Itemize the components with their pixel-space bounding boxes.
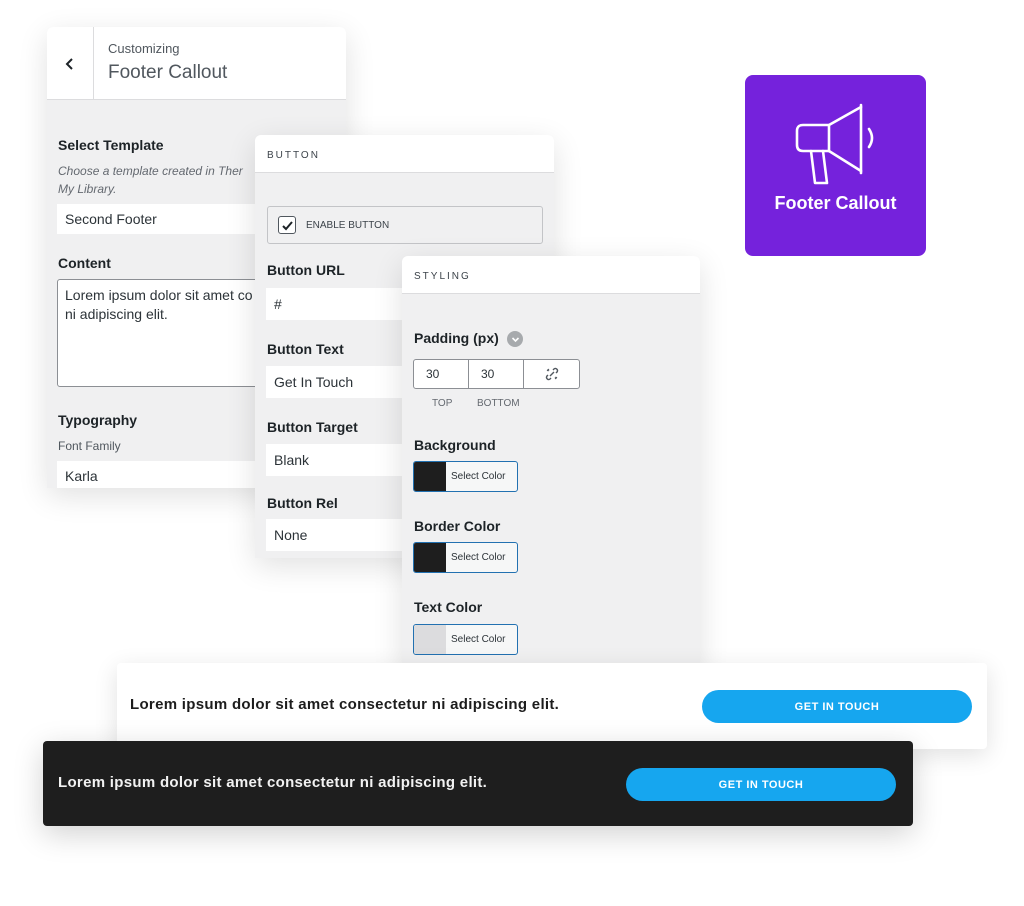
select-template-label: Select Template — [58, 137, 164, 153]
button-target-label: Button Target — [267, 419, 358, 435]
text-color-button[interactable]: Select Color — [413, 624, 518, 655]
footer-callout-preview-light: Lorem ipsum dolor sit amet consectetur n… — [117, 663, 987, 749]
select-template-desc-1: Choose a template created in Ther — [58, 164, 243, 178]
font-family-label: Font Family — [58, 439, 121, 453]
styling-panel: STYLING Padding (px) 30 30 TOP BOTTOM Ba… — [402, 256, 700, 672]
button-rel-label: Button Rel — [267, 495, 338, 511]
footer-callout-preview-dark: Lorem ipsum dolor sit amet consectetur n… — [43, 741, 913, 826]
button-url-label: Button URL — [267, 262, 345, 278]
border-color-label: Border Color — [414, 518, 501, 534]
chevron-down-icon — [511, 336, 519, 342]
text-color-label: Text Color — [414, 599, 483, 615]
footer-callout-badge: Footer Callout — [745, 75, 926, 256]
select-template-desc-2: My Library. — [58, 182, 117, 196]
enable-button-label: ENABLE BUTTON — [306, 219, 390, 231]
badge-label: Footer Callout — [774, 193, 897, 213]
border-select-text: Select Color — [451, 552, 506, 563]
padding-top-caption: TOP — [432, 398, 453, 409]
enable-button-checkbox[interactable] — [278, 216, 296, 234]
checkmark-icon — [281, 220, 293, 230]
unlink-icon — [545, 367, 558, 381]
border-color-button[interactable]: Select Color — [413, 542, 518, 573]
padding-top-input[interactable]: 30 — [414, 360, 469, 388]
text-color-swatch — [414, 625, 446, 654]
background-color-button[interactable]: Select Color — [413, 461, 518, 492]
padding-link-toggle[interactable] — [524, 360, 579, 388]
customizer-header: Customizing Footer Callout — [47, 27, 346, 100]
callout-text-light: Lorem ipsum dolor sit amet consectetur n… — [130, 696, 560, 713]
megaphone-icon — [795, 103, 873, 185]
text-color-select-text: Select Color — [451, 634, 506, 645]
get-in-touch-button-light[interactable]: GET IN TOUCH — [702, 690, 972, 723]
callout-text-dark: Lorem ipsum dolor sit amet consectetur n… — [58, 774, 488, 791]
styling-panel-header: STYLING — [402, 256, 700, 294]
get-in-touch-button-dark[interactable]: GET IN TOUCH — [626, 768, 896, 801]
padding-inputs: 30 30 — [413, 359, 580, 389]
chevron-left-icon — [65, 57, 73, 70]
padding-label: Padding (px) — [414, 330, 499, 346]
background-label: Background — [414, 437, 496, 453]
typography-label: Typography — [58, 412, 138, 428]
background-swatch — [414, 462, 446, 491]
border-swatch — [414, 543, 446, 572]
content-label: Content — [58, 255, 111, 271]
button-text-label: Button Text — [267, 341, 344, 357]
enable-button-row[interactable]: ENABLE BUTTON — [267, 206, 543, 244]
customizer-title: Footer Callout — [108, 62, 228, 83]
button-panel-header: BUTTON — [255, 135, 554, 173]
customizer-subtitle: Customizing — [108, 41, 180, 56]
padding-bottom-caption: BOTTOM — [477, 398, 520, 409]
background-select-text: Select Color — [451, 471, 506, 482]
padding-units-icon[interactable] — [507, 331, 523, 347]
padding-bottom-input[interactable]: 30 — [469, 360, 524, 388]
customizer-titles: Customizing Footer Callout — [94, 27, 227, 99]
back-button[interactable] — [47, 27, 94, 100]
